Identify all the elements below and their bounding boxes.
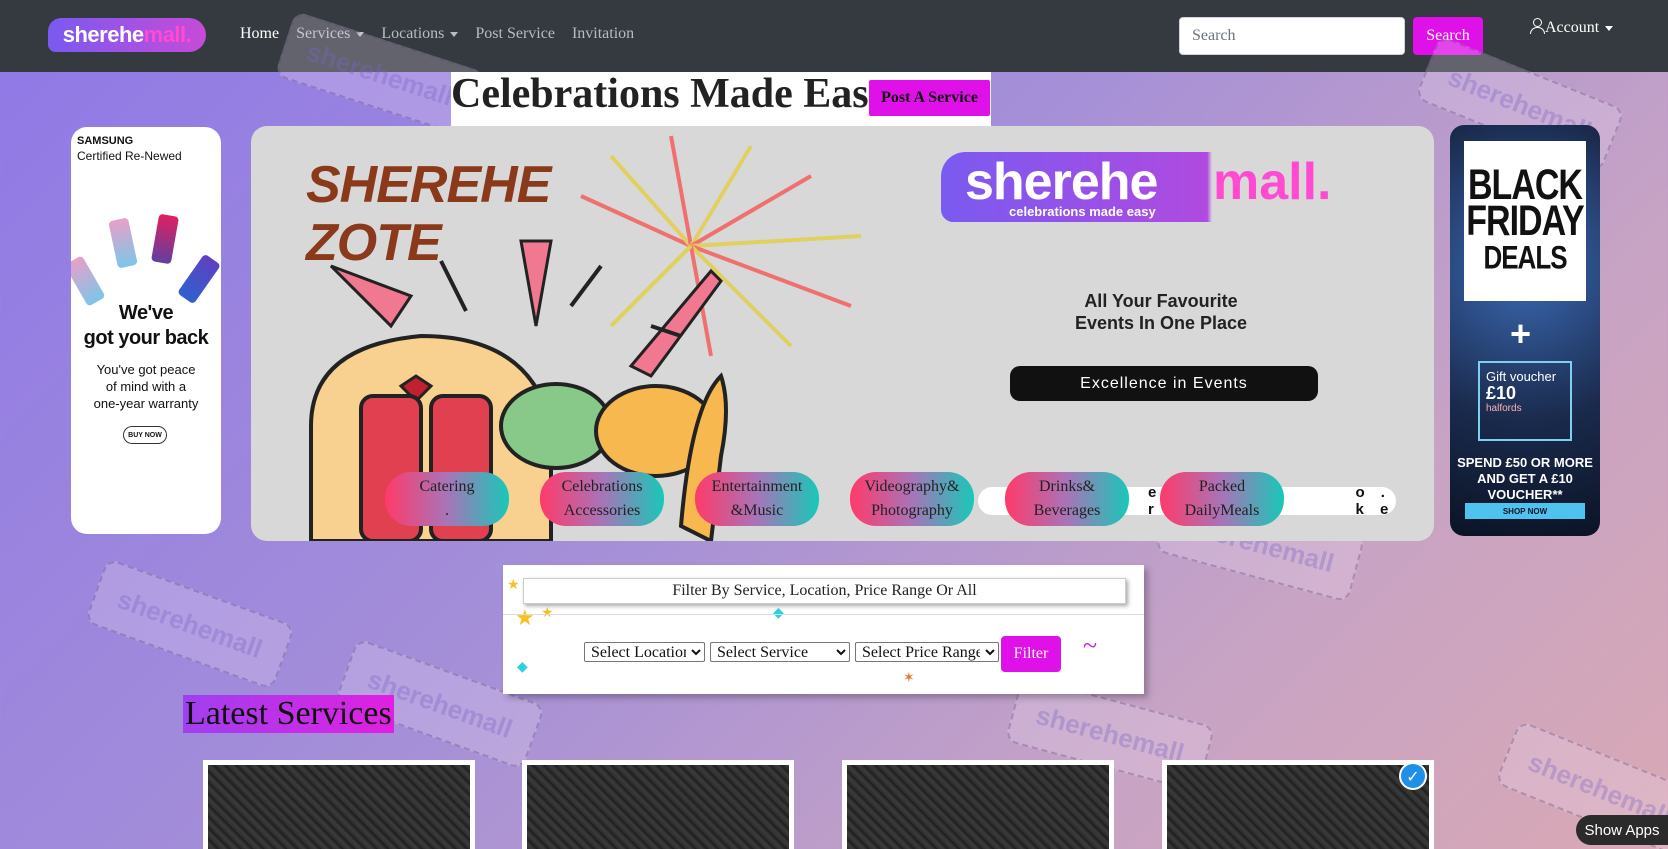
caret-down-icon bbox=[450, 31, 459, 37]
black-friday-ad-banner[interactable]: BLACK FRIDAY DEALS + Gift voucher £10 ha… bbox=[1450, 125, 1600, 536]
samsung-ad-banner[interactable]: SAMSUNG Certified Re-Newed We've got you… bbox=[71, 127, 221, 534]
ad-brand: SAMSUNG bbox=[77, 135, 134, 147]
hero-tagline: All Your Favourite Events In One Place bbox=[1074, 291, 1248, 333]
nav-post-service[interactable]: Post Service bbox=[475, 25, 555, 43]
page-title: Celebrations Made Easy bbox=[451, 71, 890, 117]
confetti-decoration: ★ bbox=[515, 605, 535, 630]
top-navbar: sherehemall. Home Services Locations Pos… bbox=[0, 0, 1668, 72]
hero-title: SHEREHE ZOTE bbox=[306, 156, 551, 272]
category-packed-daily-meals[interactable]: Packed DailyMeals bbox=[1160, 472, 1284, 526]
confetti-decoration: ★ bbox=[507, 578, 520, 593]
service-card-image bbox=[1167, 765, 1429, 849]
ad-copy-2: of mind with a bbox=[105, 379, 187, 394]
category-videography-photography[interactable]: Videography& Photography bbox=[850, 472, 974, 526]
filter-title: Filter By Service, Location, Price Range… bbox=[523, 578, 1126, 604]
watermark-tag: sherehemall bbox=[84, 557, 296, 691]
ad-headline-1: We've bbox=[118, 302, 174, 324]
confetti-decoration: ~ bbox=[1083, 631, 1098, 660]
account-label: Account bbox=[1545, 19, 1600, 36]
account-dropdown[interactable]: Account bbox=[1530, 18, 1614, 37]
filter-divider bbox=[503, 614, 1144, 615]
show-apps-button[interactable]: Show Apps bbox=[1576, 815, 1668, 845]
category-drinks-beverages[interactable]: Drinks& Beverages bbox=[1005, 472, 1129, 526]
category-celebrations-accessories[interactable]: Celebrations Accessories bbox=[540, 472, 664, 526]
verified-check-icon: ✓ bbox=[1399, 762, 1427, 790]
ad-copy-3: one-year warranty bbox=[93, 396, 199, 411]
black-friday-panel: BLACK FRIDAY DEALS bbox=[1464, 141, 1586, 301]
nav-home[interactable]: Home bbox=[240, 25, 279, 43]
phone-image bbox=[150, 213, 180, 265]
category-catering[interactable]: Catering. bbox=[385, 472, 509, 526]
brand-logo-text: sherehemall. bbox=[62, 22, 192, 47]
nav-invitation[interactable]: Invitation bbox=[572, 25, 634, 43]
service-card-image bbox=[527, 765, 789, 849]
gift-voucher: Gift voucher £10 halfords bbox=[1478, 361, 1572, 441]
service-card[interactable] bbox=[203, 760, 475, 849]
brand-logo[interactable]: sherehemall. bbox=[48, 18, 206, 52]
plus-icon: + bbox=[1510, 313, 1532, 354]
filter-panel: ★ ★ ★ ◆ ✶ ◆ ~ Filter By Service, Locatio… bbox=[503, 565, 1144, 694]
service-card[interactable] bbox=[842, 760, 1114, 849]
phone-image bbox=[177, 253, 221, 305]
caret-down-icon bbox=[1605, 25, 1614, 31]
category-entertainment-music[interactable]: Entertainment &Music bbox=[695, 472, 819, 526]
confetti-decoration: ◆ bbox=[517, 660, 528, 675]
service-card-image bbox=[208, 765, 470, 849]
ad-shop-now-button[interactable]: SHOP NOW bbox=[1465, 503, 1585, 519]
post-a-service-button[interactable]: Post A Service bbox=[869, 80, 990, 116]
phone-image bbox=[108, 217, 138, 269]
ad-headline-2: got your back bbox=[83, 327, 209, 349]
ad-copy-1: You've got peace bbox=[96, 362, 196, 377]
ad-offer-text: SPEND £50 OR MORE AND GET A £10 VOUCHER*… bbox=[1457, 455, 1593, 502]
hero-brand-logo: sherehe mall. celebrations made easy bbox=[941, 152, 1425, 222]
service-card[interactable] bbox=[522, 760, 794, 849]
latest-services-heading: Latest Services bbox=[183, 695, 394, 733]
user-icon bbox=[1530, 18, 1545, 34]
nav-locations-dropdown[interactable]: Locations bbox=[381, 25, 459, 43]
service-card[interactable] bbox=[1162, 760, 1434, 849]
phone-image bbox=[71, 255, 106, 307]
location-select[interactable]: Select Location bbox=[584, 642, 705, 662]
price-range-select[interactable]: Select Price Range bbox=[855, 642, 999, 662]
search-input[interactable] bbox=[1179, 17, 1405, 55]
ad-buy-now-button[interactable]: BUY NOW bbox=[123, 426, 167, 444]
ad-cert: Certified Re-Newed bbox=[77, 149, 182, 163]
filter-button[interactable]: Filter bbox=[1001, 636, 1061, 672]
excellence-badge: Excellence in Events bbox=[1010, 366, 1318, 401]
service-card-image bbox=[847, 765, 1109, 849]
hero-carousel[interactable]: SHEREHE ZOTE sherehe mall. celebrations ma… bbox=[251, 126, 1434, 541]
confetti-decoration: ✶ bbox=[903, 671, 915, 686]
service-select[interactable]: Select Service bbox=[710, 642, 850, 662]
